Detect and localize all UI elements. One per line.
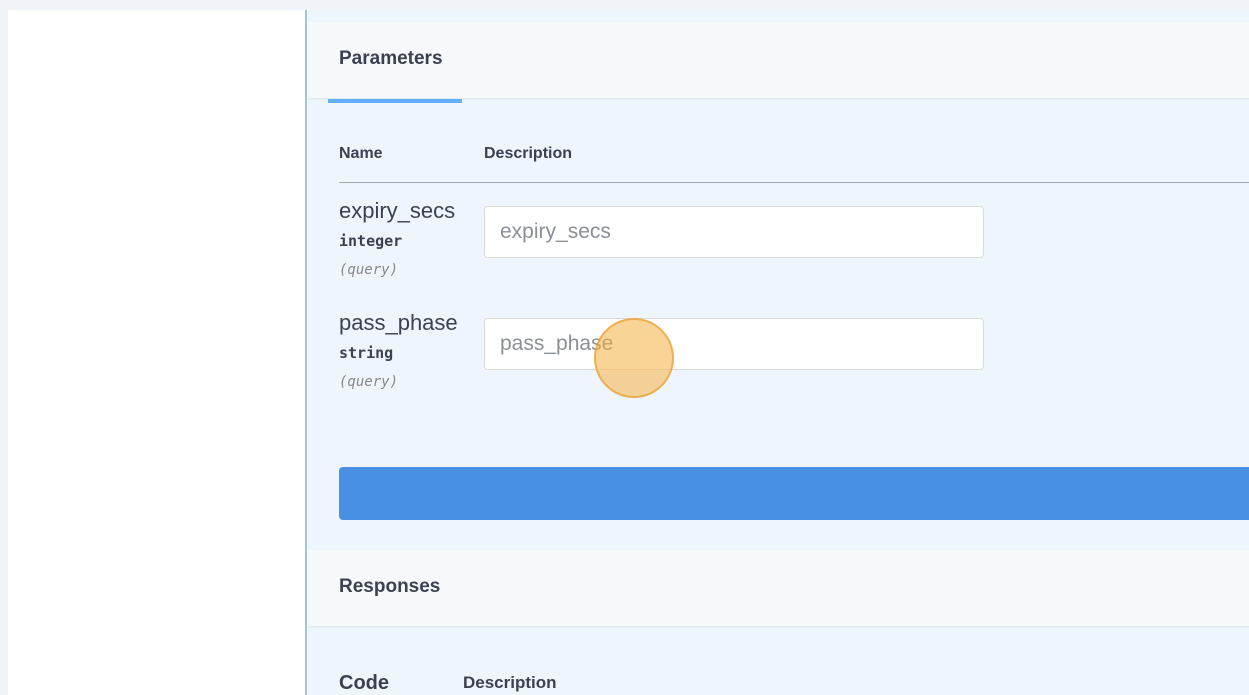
responses-title: Responses [339, 576, 441, 597]
column-header-name: Name [339, 145, 383, 162]
pass-phase-input[interactable] [484, 318, 984, 370]
column-header-response-description: Description [463, 673, 557, 692]
parameters-header: Parameters [307, 22, 1249, 103]
expiry-secs-input[interactable] [484, 206, 984, 258]
operation-block: Parameters Name Description expiry_secs … [305, 10, 1249, 695]
table-header-divider [339, 182, 1249, 183]
page: Parameters Name Description expiry_secs … [0, 0, 1249, 695]
tab-parameters[interactable]: Parameters [339, 48, 443, 70]
left-sidebar-panel [8, 10, 306, 695]
parameter-name: pass_phase [339, 310, 458, 335]
column-header-description: Description [484, 145, 573, 162]
parameter-type: string [339, 344, 394, 362]
parameter-location: (query) [339, 262, 399, 278]
parameter-type: integer [339, 232, 403, 250]
tab-active-indicator [328, 99, 462, 103]
responses-header: Responses [307, 550, 1249, 626]
execute-button[interactable] [339, 467, 1249, 520]
parameter-name: expiry_secs [339, 198, 456, 223]
parameter-location: (query) [339, 374, 399, 390]
column-header-code: Code [339, 672, 389, 694]
